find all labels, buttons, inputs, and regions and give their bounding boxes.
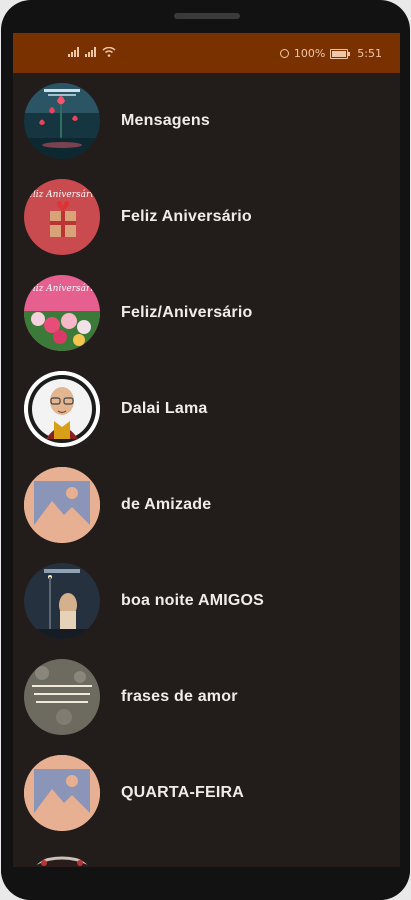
list-item[interactable]: de Amizade: [13, 457, 400, 553]
phone-frame: 100% 5:51 Mensagens Feliz Aniversário! F…: [1, 0, 410, 900]
battery-percent: 100%: [293, 47, 326, 60]
list-item[interactable]: QUARTA-FEIRA: [13, 745, 400, 841]
love-phrase-photo-icon: [24, 659, 100, 735]
battery-icon: [330, 48, 351, 59]
list-item[interactable]: boa noite AMIGOS: [13, 553, 400, 649]
image-placeholder-icon: [24, 755, 100, 831]
flowers-photo-icon: Feliz Aniversário!: [24, 275, 100, 351]
item-label: frases de amor: [121, 688, 238, 705]
wifi-icon: [102, 47, 116, 57]
signal-icon: [68, 47, 79, 57]
battery-fill: [332, 50, 347, 57]
status-bar: 100% 5:51: [13, 33, 400, 73]
svg-text:Feliz Aniversário!: Feliz Aniversário!: [24, 283, 100, 294]
list-item[interactable]: Feliz Aniversário! Feliz Aniversário: [13, 169, 400, 265]
night-photo-icon: [24, 563, 100, 639]
list-item-partial[interactable]: [13, 841, 400, 867]
roses-photo-icon: [24, 83, 100, 159]
signal-icon-2: [85, 47, 96, 57]
item-label: Feliz/Aniversário: [121, 304, 253, 321]
dalai-lama-portrait-icon: [24, 371, 100, 447]
alarm-icon: [279, 49, 289, 58]
partial-photo-icon: [24, 855, 100, 867]
item-label: Feliz Aniversário: [121, 208, 252, 225]
gift-photo-icon: Feliz Aniversário!: [24, 179, 100, 255]
list-item[interactable]: frases de amor: [13, 649, 400, 745]
item-label: de Amizade: [121, 496, 212, 513]
item-label: Dalai Lama: [121, 400, 208, 417]
list-item[interactable]: Feliz Aniversário! Feliz/Aniversário: [13, 265, 400, 361]
item-label: boa noite AMIGOS: [121, 592, 265, 609]
image-placeholder-icon: [24, 467, 100, 543]
clock: 5:51: [357, 47, 382, 60]
screen: 100% 5:51 Mensagens Feliz Aniversário! F…: [13, 33, 400, 867]
item-label: QUARTA-FEIRA: [121, 784, 244, 801]
speaker-grille: [174, 13, 240, 19]
svg-text:Feliz Aniversário!: Feliz Aniversário!: [24, 189, 100, 200]
status-left: [68, 47, 116, 57]
list-item[interactable]: Mensagens: [13, 73, 400, 169]
item-label: Mensagens: [121, 112, 210, 129]
bottom-bezel: [1, 867, 410, 900]
status-right: 100% 5:51: [279, 47, 382, 60]
list-item[interactable]: Dalai Lama: [13, 361, 400, 457]
